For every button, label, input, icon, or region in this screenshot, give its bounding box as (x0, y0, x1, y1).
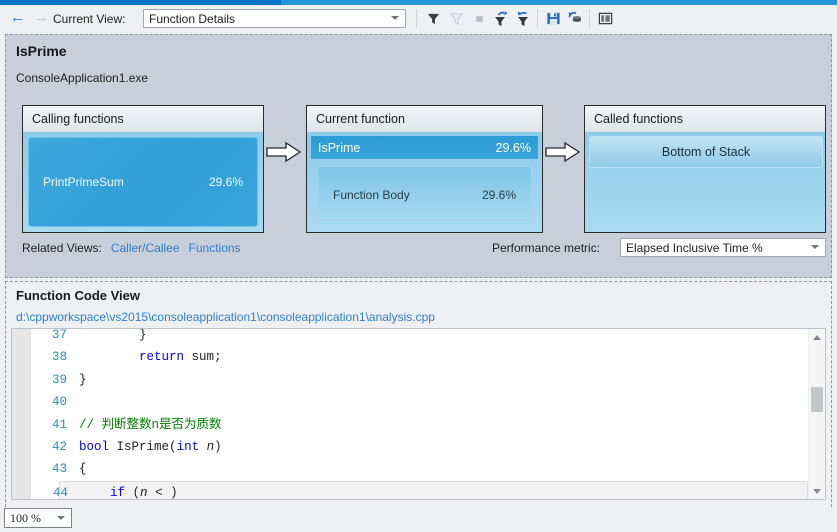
source-file-path-link[interactable]: d:\cppworkspace\vs2015\consoleapplicatio… (16, 310, 821, 324)
arrow-right-calling-to-current-icon (266, 141, 302, 163)
bottom-of-stack-bar[interactable]: Bottom of Stack (589, 136, 823, 168)
calling-functions-header: Calling functions (23, 106, 263, 133)
arrow-right-icon[interactable]: → (34, 10, 49, 25)
scroll-down-icon[interactable] (809, 483, 825, 499)
layout-columns-icon[interactable] (594, 8, 616, 29)
code-gutter (12, 329, 31, 499)
code-line: 43 { (31, 458, 808, 480)
line-source: bool IsPrime(int n) (79, 439, 222, 454)
chevron-down-icon (391, 16, 399, 20)
stop-icon[interactable] (468, 8, 490, 29)
current-function-name: IsPrime (318, 140, 361, 155)
code-line: 37 } (31, 328, 808, 346)
line-source: if (n < ) (110, 485, 178, 500)
module-name: ConsoleApplication1.exe (16, 71, 149, 85)
calling-functions-column: Calling functions PrintPrimeSum 29.6% (22, 105, 264, 233)
current-view-label: Current View: (53, 12, 126, 26)
code-line: 44 if (n < ) (53, 480, 808, 500)
zoom-level-select[interactable]: 100 % (4, 508, 72, 528)
function-body-bar[interactable]: Function Body 29.6% (317, 166, 532, 224)
undo-filter-icon[interactable] (490, 8, 512, 29)
line-number: 44 (52, 485, 68, 500)
arrow-left-icon[interactable]: ← (10, 10, 25, 25)
calling-function-bar[interactable]: PrintPrimeSum 29.6% (28, 137, 258, 227)
related-views-label: Related Views: (22, 241, 102, 255)
calling-function-name: PrintPrimeSum (43, 175, 124, 189)
code-line: 42 bool IsPrime(int n) (31, 436, 808, 458)
called-functions-column: Called functions Bottom of Stack (584, 105, 826, 233)
function-body-value: 29.6% (481, 188, 516, 202)
current-function-body: IsPrime 29.6% Function Body 29.6% (307, 132, 542, 232)
code-line: 38 return sum; (31, 346, 808, 368)
navigation-arrows: ← → (10, 10, 49, 25)
bottom-of-stack-label: Bottom of Stack (661, 145, 751, 159)
zoom-level-value: 100 % (10, 511, 41, 525)
scrollbar-thumb[interactable] (811, 387, 823, 412)
function-details-window: ← → Current View: Function Details IsPri… (0, 0, 837, 532)
scroll-up-icon[interactable] (809, 329, 825, 345)
current-view-value: Function Details (149, 12, 236, 26)
chevron-down-icon (57, 516, 65, 520)
line-number: 37 (51, 328, 67, 342)
code-view-title: Function Code View (16, 288, 140, 303)
chevron-down-icon (811, 245, 819, 249)
page-title: IsPrime (16, 43, 67, 59)
line-number: 42 (51, 439, 67, 454)
called-functions-body: Bottom of Stack (585, 132, 825, 232)
code-vertical-scrollbar[interactable] (808, 329, 825, 499)
arrow-right-current-to-called-icon (545, 141, 581, 163)
code-line: 41 // 判断整数n是否为质数 (31, 414, 808, 436)
code-line: 39} (31, 369, 808, 391)
code-editor[interactable]: 37 } 38 return sum; 39} 40 41// 判断整数n是否为质数 42… (11, 328, 826, 500)
line-source: { (79, 462, 87, 477)
line-number: 41 (51, 417, 67, 432)
line-source: } (79, 372, 87, 387)
line-number: 39 (51, 372, 67, 387)
called-functions-header: Called functions (585, 106, 825, 133)
export-icon[interactable] (564, 8, 586, 29)
line-number: 40 (51, 395, 67, 410)
code-line: 40 (31, 391, 808, 413)
redo-filter-icon[interactable] (512, 8, 534, 29)
performance-metric-select[interactable]: Elapsed Inclusive Time % (620, 238, 826, 257)
line-source: return sum; (139, 350, 222, 365)
calling-function-value: 29.6% (208, 175, 243, 189)
toolbar-separator-2 (537, 9, 538, 28)
bottom-bar (72, 508, 832, 528)
current-function-column: Current function IsPrime 29.6% Function … (306, 105, 543, 233)
performance-metric-value: Elapsed Inclusive Time % (626, 241, 763, 255)
current-function-bar[interactable]: IsPrime 29.6% (311, 136, 538, 159)
code-lines: 37 } 38 return sum; 39} 40 41// 判断整数n是否为质数 42… (31, 328, 808, 500)
toolbar: ← → Current View: Function Details (0, 5, 837, 32)
related-view-link-caller-callee[interactable]: Caller/Callee (111, 241, 180, 255)
line-number: 43 (51, 462, 67, 477)
performance-metric-label: Performance metric: (492, 241, 601, 255)
clear-filter-icon[interactable] (445, 8, 467, 29)
line-source: } (79, 328, 147, 342)
line-source: // 判断整数n是否为质数 (79, 417, 222, 432)
filter-icon[interactable] (422, 8, 444, 29)
function-code-view-panel: Function Code View d:\cppworkspace\vs201… (5, 281, 832, 527)
related-views: Related Views: Caller/Callee Functions (22, 241, 241, 255)
toolbar-separator (416, 9, 417, 28)
function-details-panel: IsPrime ConsoleApplication1.exe Calling … (5, 34, 832, 278)
line-number: 38 (51, 350, 67, 365)
calling-functions-body: PrintPrimeSum 29.6% (23, 132, 263, 232)
current-view-select[interactable]: Function Details (143, 9, 406, 28)
related-view-link-functions[interactable]: Functions (189, 241, 241, 255)
current-function-value: 29.6% (495, 140, 531, 155)
save-icon[interactable] (542, 8, 564, 29)
current-function-header: Current function (307, 106, 542, 133)
toolbar-separator-3 (589, 9, 590, 28)
function-body-label: Function Body (333, 188, 410, 202)
